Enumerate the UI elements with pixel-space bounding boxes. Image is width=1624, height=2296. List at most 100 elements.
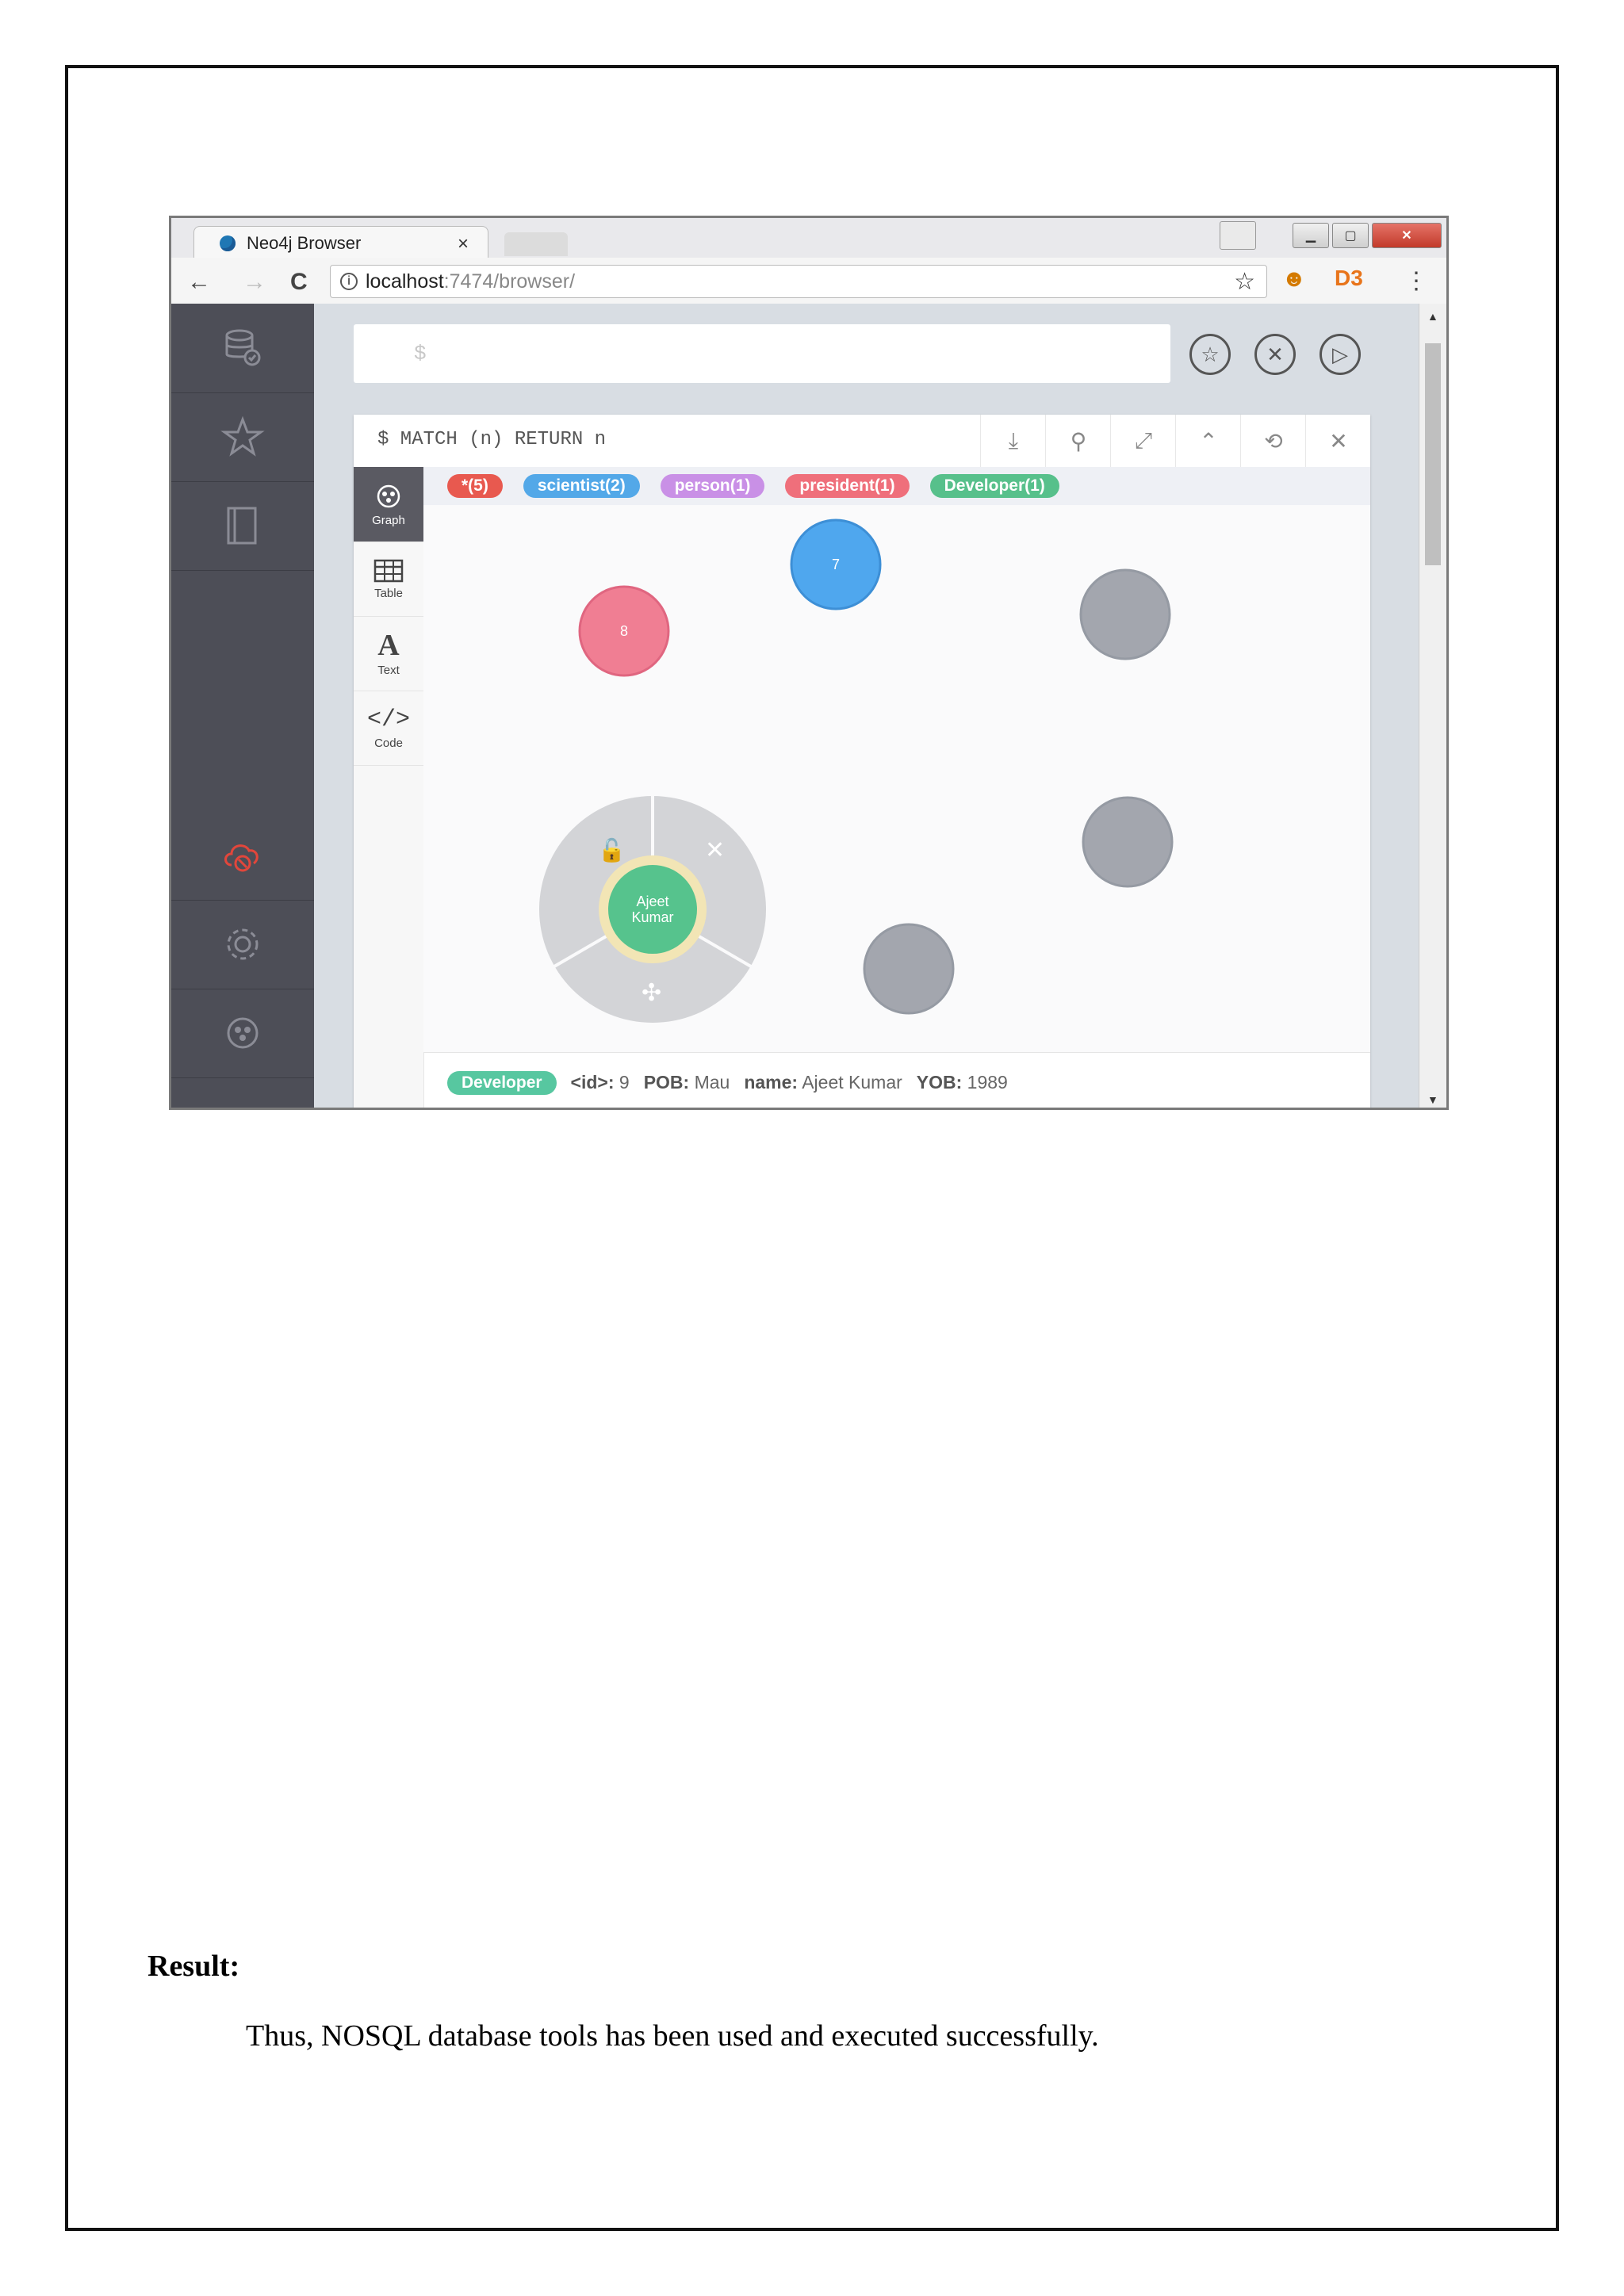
scroll-up-icon[interactable]: ▲ [1427,310,1438,323]
page-scrollbar[interactable]: ▲ ▼ [1419,304,1446,1108]
code-icon: </> [366,706,410,733]
prop-name-key: name: [744,1072,799,1093]
result-heading: Result: [147,1950,240,1983]
tab-title: Neo4j Browser [247,233,362,253]
neo4j-main: $ ☆ ✕ ▷ $ MATCH (n) RETURN n ⤓ ⚲ ⤢ ⌃ ⟲ ✕ [314,304,1424,1108]
address-bar-row: ← → C i localhost:7474/browser/ ☆ [171,258,1446,304]
prop-pob-key: POB: [643,1072,690,1093]
close-frame-icon[interactable]: ✕ [1305,415,1371,467]
table-icon [373,559,404,582]
neo4j-favicon-icon [220,235,236,251]
star-icon [220,415,265,457]
url-host: localhost [366,270,444,293]
tab-text[interactable]: A Text [354,616,423,691]
run-query-button[interactable]: ▷ [1320,334,1361,375]
cypher-editor-input[interactable]: $ [354,324,1170,383]
graph-icon [377,484,400,507]
book-icon [227,507,257,545]
tab-text-label: Text [377,663,400,677]
cloud-disconnected-icon [224,844,259,872]
sidebar-item-documents[interactable] [171,481,314,571]
minimize-button[interactable]: ▁ [1293,223,1329,248]
neo4j-sidebar [171,304,314,1108]
bookmark-star-icon[interactable]: ☆ [1234,268,1255,296]
back-icon[interactable]: ← [187,269,211,296]
legend-pill[interactable]: president(1) [785,474,910,498]
nodes-layer: 7 8 AjeetKumar [578,519,1174,1015]
view-tabs: Graph Table A Text </> Code [354,467,424,1108]
window-close-button[interactable]: ✕ [1372,223,1442,248]
clear-editor-button[interactable]: ✕ [1254,334,1296,375]
node-label: 8 [620,623,628,639]
tab-close-icon[interactable]: × [458,233,469,255]
profile-button[interactable] [1220,221,1256,250]
rerun-icon[interactable]: ⟲ [1240,415,1306,467]
pin-icon[interactable]: ⚲ [1045,415,1111,467]
extension-d3-icon[interactable]: D3 [1335,266,1363,291]
frame-query-text[interactable]: $ MATCH (n) RETURN n [377,429,606,450]
scroll-thumb[interactable] [1425,343,1441,565]
collapse-icon[interactable]: ⌃ [1175,415,1241,467]
graph-svg: 🔓 ✕ ✣ 7 8 AjeetKumar [539,519,1174,1023]
sidebar-item-settings[interactable] [171,900,314,989]
graph-node[interactable]: 8 [578,585,670,677]
url-path: :7474/browser/ [443,270,576,293]
prop-name-value: Ajeet Kumar [802,1072,902,1093]
sidebar-item-connection[interactable] [171,811,314,901]
tab-table-label: Table [374,586,403,600]
prop-pob-value: Mau [694,1072,730,1093]
tab-table[interactable]: Table [354,541,423,617]
new-tab-button[interactable] [504,232,568,256]
status-label-badge[interactable]: Developer [447,1070,557,1095]
frame-header: $ MATCH (n) RETURN n ⤓ ⚲ ⤢ ⌃ ⟲ ✕ [354,415,1370,468]
legend-pill[interactable]: scientist(2) [523,474,640,498]
label-legend: *(5) scientist(2) person(1) president(1) Dev… [423,467,1370,505]
prop-yob-value: 1989 [967,1072,1008,1093]
expand-icon[interactable]: ⤢ [1110,415,1176,467]
node-properties-bar: Developer <id>: 9 POB: Mau name: Ajeet K… [423,1052,1370,1108]
window-controls: ▁ ▢ ✕ [1293,223,1442,248]
graph-canvas[interactable]: 🔓 ✕ ✣ 7 8 Ajeet Kumar [423,505,1370,1052]
result-frame: $ MATCH (n) RETURN n ⤓ ⚲ ⤢ ⌃ ⟲ ✕ Graph T… [354,415,1370,1108]
forward-icon[interactable]: → [243,269,266,296]
browser-tab[interactable]: Neo4j Browser × [193,226,488,260]
graph-node[interactable] [1079,568,1171,660]
remove-node-icon[interactable]: ✕ [705,836,725,864]
screenshot-frame: Neo4j Browser × ▁ ▢ ✕ ← → C i localhost:… [169,216,1449,1110]
unlock-icon[interactable]: 🔓 [598,837,626,863]
url-input[interactable]: i localhost:7474/browser/ ☆ [330,265,1267,298]
gear-icon [227,928,259,960]
prop-yob-key: YOB: [916,1072,963,1093]
info-icon[interactable]: i [340,273,358,290]
extension-person-icon[interactable]: ☻ [1281,266,1307,293]
legend-pill[interactable]: Developer(1) [929,474,1059,498]
graph-node[interactable] [1082,796,1174,888]
node-label: Ajeet [636,894,668,909]
tab-graph-label: Graph [372,513,405,527]
legend-pill[interactable]: person(1) [660,474,765,498]
favorite-query-button[interactable]: ☆ [1189,334,1231,375]
tab-code-label: Code [374,736,403,750]
node-label: Kumar [631,909,673,925]
tab-graph[interactable]: Graph [354,467,423,542]
reload-icon[interactable]: C [290,269,308,296]
prop-id-key: <id>: [570,1072,615,1093]
expand-node-icon[interactable]: ✣ [642,979,661,1007]
graph-node[interactable]: 7 [790,519,882,610]
browser-menu-icon[interactable]: ⋮ [1404,267,1428,295]
neo4j-logo-icon [227,1017,259,1049]
text-icon: A [377,628,400,662]
graph-node[interactable] [863,923,955,1015]
legend-pill[interactable]: *(5) [447,474,503,498]
download-icon[interactable]: ⤓ [980,415,1046,467]
sidebar-item-database[interactable] [171,304,314,393]
graph-node[interactable]: AjeetKumar [599,855,707,963]
database-icon [225,329,261,366]
maximize-button[interactable]: ▢ [1332,223,1369,248]
sidebar-item-favorites[interactable] [171,392,314,482]
node-label: 7 [832,557,840,572]
tab-code[interactable]: </> Code [354,691,423,766]
sidebar-item-about[interactable] [171,989,314,1078]
prop-id-value: 9 [619,1072,630,1093]
scroll-down-icon[interactable]: ▼ [1427,1093,1438,1106]
